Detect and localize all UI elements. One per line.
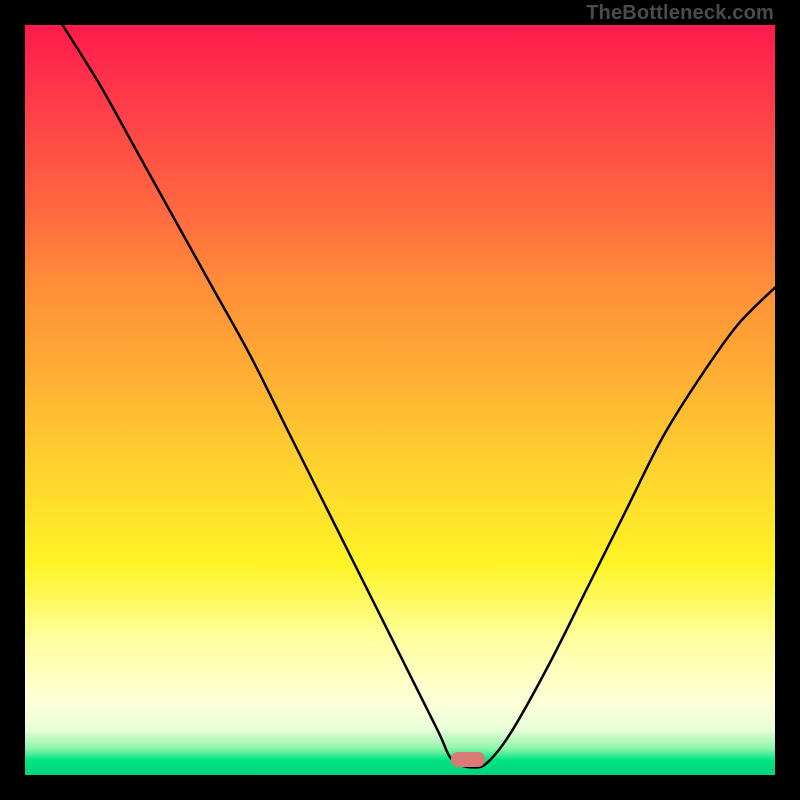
attribution-text: TheBottleneck.com bbox=[586, 2, 774, 25]
curve-svg bbox=[25, 25, 775, 775]
bottleneck-curve bbox=[63, 25, 776, 768]
plot-area bbox=[25, 25, 775, 775]
chart-frame: TheBottleneck.com bbox=[0, 0, 800, 800]
bottleneck-marker bbox=[451, 752, 485, 767]
